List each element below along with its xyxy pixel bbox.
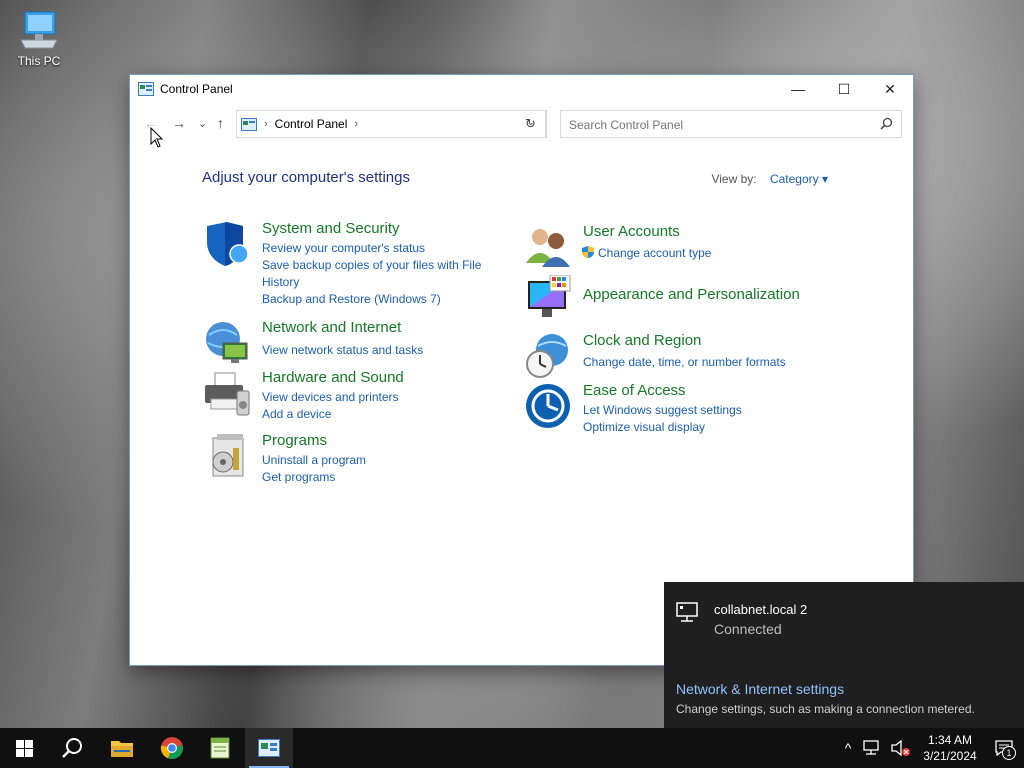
search-input[interactable] <box>567 112 871 138</box>
notepad-icon <box>210 737 230 759</box>
link-suggest-settings[interactable]: Let Windows suggest settings <box>583 402 813 419</box>
notification-count-badge: 1 <box>1002 746 1016 760</box>
category-title[interactable]: Appearance and Personalization <box>583 286 800 303</box>
view-by-dropdown[interactable]: Category ▾ <box>770 172 828 186</box>
taskbar-chrome[interactable] <box>148 728 196 768</box>
clock-globe-icon <box>526 334 568 378</box>
recent-locations-button[interactable]: ⌄ <box>198 117 207 130</box>
network-settings-description: Change settings, such as making a connec… <box>676 702 975 716</box>
search-box[interactable] <box>560 110 902 138</box>
network-settings-link[interactable]: Network & Internet settings <box>676 681 844 697</box>
control-panel-icon <box>138 82 154 96</box>
link-text[interactable]: Change account type <box>598 246 711 260</box>
minimize-button[interactable]: — <box>775 75 821 103</box>
link-network-status[interactable]: View network status and tasks <box>262 342 492 359</box>
page-title: Adjust your computer's settings <box>202 169 410 186</box>
link-uninstall-program[interactable]: Uninstall a program <box>262 452 492 469</box>
network-name[interactable]: collabnet.local 2 <box>714 602 807 617</box>
taskbar-control-panel[interactable] <box>245 728 293 768</box>
start-button[interactable] <box>0 728 48 768</box>
taskbar-file-explorer[interactable] <box>98 728 146 768</box>
view-by: View by: Category ▾ <box>711 172 828 186</box>
link-file-history[interactable]: Save backup copies of your files with Fi… <box>262 257 492 291</box>
category-title[interactable]: Hardware and Sound <box>262 369 404 386</box>
link-backup-restore[interactable]: Backup and Restore (Windows 7) <box>262 291 492 308</box>
action-center-button[interactable]: 1 <box>984 728 1024 768</box>
taskbar: ^ 1:34 AM 3/21/2024 1 <box>0 728 1024 768</box>
folder-icon <box>111 741 133 757</box>
uac-shield-icon <box>582 246 594 258</box>
category-title[interactable]: Programs <box>262 432 327 449</box>
category-title[interactable]: Ease of Access <box>583 382 686 399</box>
chrome-icon <box>160 737 183 760</box>
desktop-icon-label: This PC <box>17 54 61 68</box>
users-icon <box>526 229 570 267</box>
link-review-status[interactable]: Review your computer's status <box>262 240 492 257</box>
view-by-label: View by: <box>711 172 757 186</box>
clock-time: 1:34 AM <box>927 733 973 747</box>
printer-icon <box>205 372 250 416</box>
computer-icon <box>20 11 58 49</box>
category-title[interactable]: User Accounts <box>583 223 680 240</box>
ease-of-access-icon <box>526 384 570 428</box>
navigation-bar: ← → ⌄ ↑ › Control Panel › ⌄ ↻ <box>130 109 913 141</box>
show-hidden-icons-button[interactable]: ^ <box>836 740 860 756</box>
link-change-account-type[interactable]: Change account type <box>581 245 811 262</box>
breadcrumb-control-panel[interactable]: Control Panel <box>275 117 348 131</box>
link-add-device[interactable]: Add a device <box>262 406 492 423</box>
search-icon <box>62 738 82 758</box>
network-icon <box>206 322 248 363</box>
programs-icon <box>212 434 244 477</box>
refresh-button[interactable]: ↻ <box>515 110 547 138</box>
desktop-icon-this-pc[interactable]: This PC <box>10 8 68 68</box>
control-panel-window: Control Panel — ☐ ✕ ← → ⌄ ↑ › Control Pa… <box>130 75 913 665</box>
maximize-button[interactable]: ☐ <box>821 75 867 103</box>
system-tray: ^ 1:34 AM 3/21/2024 1 <box>836 728 1024 768</box>
monitor-icon <box>528 275 571 317</box>
category-title[interactable]: Clock and Region <box>583 332 701 349</box>
breadcrumb-separator-icon: › <box>264 118 268 130</box>
forward-button[interactable]: → <box>172 115 186 131</box>
title-bar[interactable]: Control Panel — ☐ ✕ <box>130 75 913 103</box>
category-title[interactable]: Network and Internet <box>262 319 401 336</box>
link-get-programs[interactable]: Get programs <box>262 469 492 486</box>
wired-network-icon <box>676 602 698 622</box>
search-button[interactable] <box>48 728 96 768</box>
link-date-time-formats[interactable]: Change date, time, or number formats <box>583 354 813 371</box>
search-icon[interactable] <box>880 117 893 130</box>
clock-date: 3/21/2024 <box>923 749 977 763</box>
network-status: Connected <box>714 621 782 637</box>
window-title: Control Panel <box>160 82 233 96</box>
control-panel-icon <box>241 117 257 131</box>
breadcrumb-separator-icon[interactable]: › <box>354 118 358 130</box>
link-devices-printers[interactable]: View devices and printers <box>262 389 492 406</box>
address-bar[interactable]: › Control Panel › ⌄ <box>236 110 546 138</box>
shield-icon <box>207 222 249 266</box>
control-panel-icon <box>258 739 280 757</box>
windows-logo-icon <box>15 739 33 757</box>
volume-muted-icon[interactable] <box>890 739 912 757</box>
taskbar-notepad[interactable] <box>196 728 244 768</box>
link-optimize-display[interactable]: Optimize visual display <box>583 419 813 436</box>
network-flyout: collabnet.local 2 Connected Network & In… <box>664 582 1024 728</box>
clock[interactable]: 1:34 AM 3/21/2024 <box>916 732 984 764</box>
up-button[interactable]: ↑ <box>217 115 224 131</box>
close-button[interactable]: ✕ <box>867 75 913 103</box>
mouse-cursor-icon <box>150 127 164 148</box>
network-tray-icon[interactable] <box>862 739 884 757</box>
category-title[interactable]: System and Security <box>262 220 400 237</box>
